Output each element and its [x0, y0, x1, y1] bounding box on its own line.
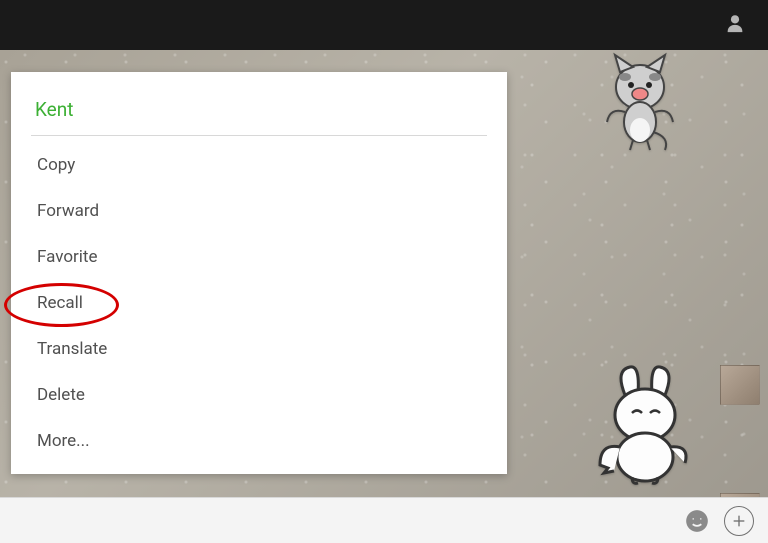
- menu-item-translate[interactable]: Translate: [11, 326, 507, 372]
- avatar[interactable]: [720, 365, 760, 405]
- emoji-icon[interactable]: [682, 506, 712, 536]
- input-toolbar: [0, 497, 768, 543]
- menu-item-more[interactable]: More...: [11, 418, 507, 464]
- rabbit-sticker-icon[interactable]: [590, 365, 700, 485]
- menu-item-copy[interactable]: Copy: [11, 142, 507, 188]
- menu-item-delete[interactable]: Delete: [11, 372, 507, 418]
- menu-divider: [31, 135, 487, 136]
- menu-title: Kent: [11, 72, 507, 135]
- menu-item-favorite[interactable]: Favorite: [11, 234, 507, 280]
- cat-sticker-icon[interactable]: [595, 52, 685, 152]
- menu-item-recall[interactable]: Recall: [11, 280, 507, 326]
- context-menu: Kent Copy Forward Favorite Recall Transl…: [11, 72, 507, 474]
- menu-items: Copy Forward Favorite Recall Translate D…: [11, 142, 507, 474]
- profile-icon[interactable]: [724, 12, 746, 38]
- plus-icon[interactable]: [724, 506, 754, 536]
- menu-item-forward[interactable]: Forward: [11, 188, 507, 234]
- header-bar: [0, 0, 768, 50]
